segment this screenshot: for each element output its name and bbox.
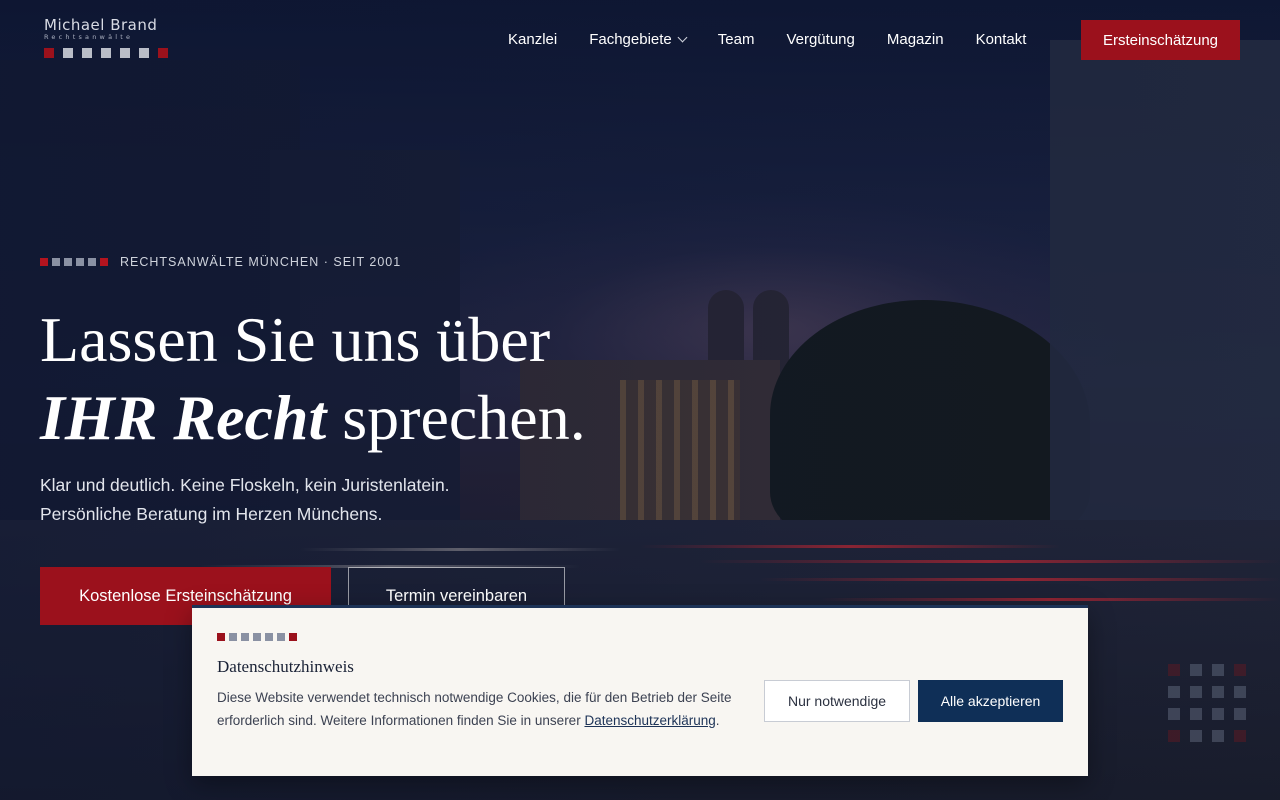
hero-headline: Lassen Sie uns über IHR Recht sprechen. — [40, 301, 586, 457]
logo-name: Michael Brand — [44, 16, 158, 34]
headline-line1: Lassen Sie uns über — [40, 304, 551, 375]
cookie-squares — [217, 633, 297, 641]
logo-subtitle: Rechtsanwälte — [44, 33, 134, 41]
site-header: Michael Brand Rechtsanwälte Kanzlei Fach… — [0, 0, 1280, 80]
nav-label: Fachgebiete — [589, 31, 672, 48]
eyebrow-squares — [40, 258, 108, 266]
headline-emphasis: IHR Recht — [40, 382, 327, 453]
nav-label: Kontakt — [975, 31, 1027, 48]
lead-line1: Klar und deutlich. Keine Floskeln, kein … — [40, 475, 450, 495]
cookie-text-end: . — [715, 713, 720, 728]
nav-label: Team — [717, 31, 755, 48]
logo[interactable]: Michael Brand Rechtsanwälte — [44, 16, 174, 58]
nav-item-kanzlei[interactable]: Kanzlei — [508, 30, 557, 50]
nav-label: Kanzlei — [508, 31, 558, 48]
lead-line2: Persönliche Beratung im Herzen Münchens. — [40, 504, 383, 524]
nav-item-team[interactable]: Team — [718, 30, 755, 50]
nav-label: Vergütung — [786, 31, 855, 48]
cookie-title: Datenschutzhinweis — [217, 657, 354, 676]
cookie-text: Diese Website verwendet technisch notwen… — [217, 686, 737, 732]
eyebrow-text: RECHTSANWÄLTE MÜNCHEN · SEIT 2001 — [120, 255, 402, 269]
cookie-banner: Datenschutzhinweis Diese Website verwend… — [192, 605, 1088, 776]
nav-item-fachgebiete[interactable]: Fachgebiete — [589, 30, 688, 50]
hero-section: RECHTSANWÄLTE MÜNCHEN · SEIT 2001 Lassen… — [40, 255, 586, 529]
main-nav: Kanzlei Fachgebiete Team Vergütung Magaz… — [508, 30, 1026, 50]
nav-item-magazin[interactable]: Magazin — [887, 30, 944, 50]
chevron-down-icon — [677, 32, 688, 43]
hero-lead: Klar und deutlich. Keine Floskeln, kein … — [40, 471, 586, 529]
decorative-square-grid — [1168, 664, 1246, 742]
logo-squares — [44, 48, 174, 58]
nav-item-verguetung[interactable]: Vergütung — [786, 30, 854, 50]
necessary-only-button[interactable]: Nur notwendige — [764, 680, 910, 722]
nav-item-kontakt[interactable]: Kontakt — [976, 30, 1027, 50]
nav-label: Magazin — [886, 31, 944, 48]
headline-rest: sprechen. — [342, 382, 586, 453]
ersteinschaetzung-button[interactable]: Ersteinschätzung — [1081, 20, 1240, 60]
accept-all-button[interactable]: Alle akzeptieren — [918, 680, 1063, 722]
hero-eyebrow: RECHTSANWÄLTE MÜNCHEN · SEIT 2001 — [40, 255, 586, 269]
privacy-policy-link[interactable]: Datenschutzerklärung — [584, 713, 715, 728]
